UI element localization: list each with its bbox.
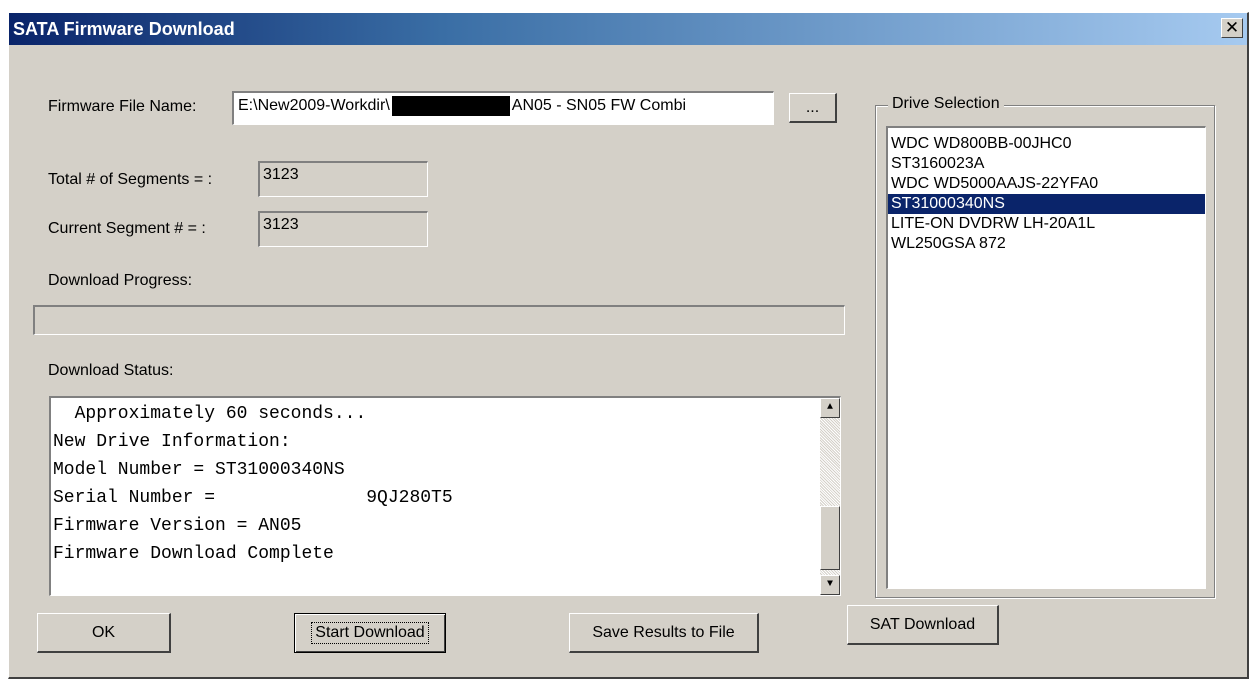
firmware-file-input[interactable]: E:\New2009-Workdir\ AN05 - SN05 FW Combi: [232, 91, 774, 125]
status-line: Approximately 60 seconds...: [53, 404, 367, 424]
window-title: SATA Firmware Download: [13, 19, 235, 39]
drive-selection-group: Drive Selection WDC WD800BB-00JHC0 ST316…: [875, 95, 1215, 598]
drive-listbox[interactable]: WDC WD800BB-00JHC0 ST3160023A WDC WD5000…: [886, 126, 1206, 589]
drive-list-item[interactable]: WDC WD800BB-00JHC0: [888, 134, 1205, 154]
save-results-button[interactable]: Save Results to File: [569, 613, 759, 653]
scroll-thumb[interactable]: [820, 506, 840, 570]
download-progress-label: Download Progress:: [48, 272, 193, 289]
firmware-file-label: Firmware File Name:: [48, 98, 197, 115]
ok-button[interactable]: OK: [37, 613, 171, 653]
sata-firmware-dialog: SATA Firmware Download ✕ Firmware File N…: [8, 12, 1249, 679]
firmware-path-suffix: AN05 - SN05 FW Combi: [511, 97, 687, 115]
drive-list-item[interactable]: LITE-ON DVDRW LH-20A1L: [888, 214, 1205, 234]
status-line: Firmware Download Complete: [53, 544, 334, 564]
current-segment-label: Current Segment # = :: [48, 220, 206, 237]
scroll-down-icon[interactable]: ▼: [820, 575, 840, 595]
title-bar[interactable]: SATA Firmware Download ✕: [9, 13, 1247, 45]
drive-list-item[interactable]: ST3160023A: [888, 154, 1205, 174]
current-segment-value: 3123: [258, 211, 428, 247]
status-line: Serial Number = 9QJ280T5: [53, 488, 453, 508]
start-download-button[interactable]: Start Download: [294, 613, 446, 653]
save-results-button-label: Save Results to File: [592, 623, 735, 641]
download-status-label: Download Status:: [48, 362, 174, 379]
redacted-region: [391, 96, 510, 116]
firmware-path-prefix: E:\New2009-Workdir\: [238, 97, 390, 115]
sat-download-button[interactable]: SAT Download: [847, 605, 999, 645]
status-line: New Drive Information:: [53, 432, 291, 452]
sat-download-button-label: SAT Download: [869, 615, 976, 633]
drive-list-item[interactable]: ST31000340NS: [888, 194, 1205, 214]
drive-list-item[interactable]: WDC WD5000AAJS-22YFA0: [888, 174, 1205, 194]
browse-button-label: ...: [805, 98, 820, 116]
status-line: Firmware Version = AN05: [53, 516, 302, 536]
ok-button-label: OK: [91, 623, 116, 641]
total-segments-value: 3123: [258, 161, 428, 197]
drive-selection-label: Drive Selection: [888, 95, 1004, 113]
total-segments-label: Total # of Segments = :: [48, 171, 213, 188]
status-scrollbar[interactable]: ▲ ▼: [820, 398, 840, 595]
browse-button[interactable]: ...: [789, 93, 837, 123]
drive-list: WDC WD800BB-00JHC0 ST3160023A WDC WD5000…: [888, 128, 1205, 254]
start-download-button-label: Start Download: [311, 622, 429, 644]
scroll-up-icon[interactable]: ▲: [820, 398, 840, 418]
status-text: Approximately 60 seconds... New Drive Inf…: [51, 400, 818, 568]
status-line: Model Number = ST31000340NS: [53, 460, 345, 480]
download-progress-bar: [33, 305, 845, 335]
drive-list-item[interactable]: WL250GSA 872: [888, 234, 1205, 254]
close-icon[interactable]: ✕: [1221, 18, 1243, 38]
download-status-textarea[interactable]: Approximately 60 seconds... New Drive Inf…: [49, 396, 841, 596]
